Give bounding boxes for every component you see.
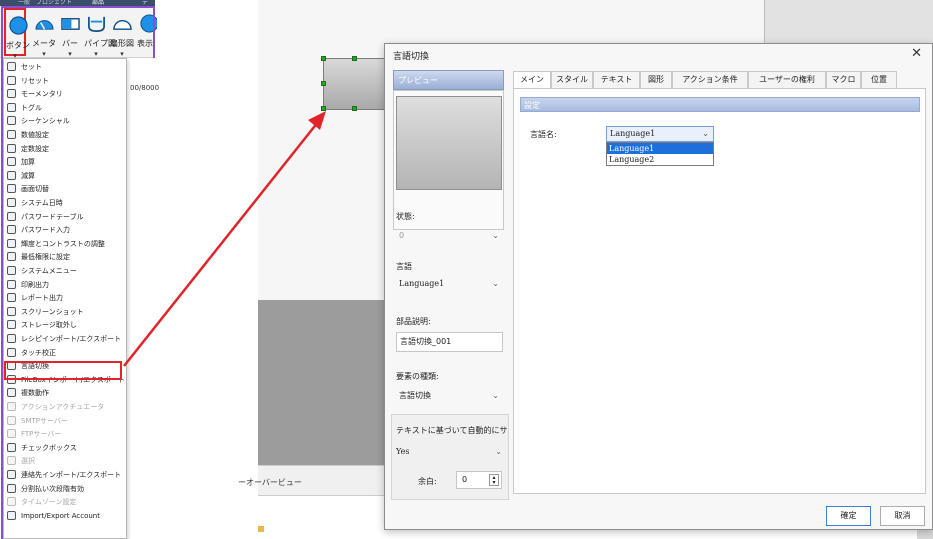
tab-main[interactable]: メイン	[513, 71, 551, 89]
settings-header: 設定	[520, 97, 920, 112]
state-select: 0 ⌄	[396, 228, 503, 245]
element-type-value: 言語切換	[399, 391, 431, 400]
main-tab-content: 設定 言語名: Language1 ⌄ Language1 Language2	[513, 88, 926, 494]
language-select[interactable]: Language1 ⌄	[396, 276, 503, 293]
auto-text-select[interactable]: Yes ⌄	[396, 444, 506, 460]
part-description-input[interactable]: 言語切換_001	[396, 332, 503, 352]
preview-shape	[396, 96, 502, 190]
preview-header: プレビュー	[393, 70, 504, 90]
ok-button[interactable]: 確定	[826, 506, 871, 526]
element-type-label: 要素の種類:	[396, 372, 439, 381]
language-value: Language1	[399, 279, 445, 288]
tab-macro[interactable]: マクロ	[826, 71, 861, 88]
margin-spinner[interactable]: 0 ▴ ▾	[456, 471, 502, 489]
element-type-select[interactable]: 言語切換 ⌄	[396, 388, 503, 405]
tab-action-condition[interactable]: アクション条件	[672, 71, 748, 88]
chevron-down-icon: ⌄	[492, 279, 499, 288]
language-name-select[interactable]: Language1 ⌄	[606, 126, 714, 142]
close-icon[interactable]: ✕	[911, 46, 922, 61]
language-label: 言語	[396, 262, 412, 271]
language-switch-dialog: 言語切換 ✕ プレビュー 状態: 0 ⌄ 言語 Language1 ⌄ 部品説明: …	[384, 43, 933, 530]
state-label: 状態:	[396, 212, 415, 221]
auto-text-panel: テキストに基づいて自動的にサ Yes ⌄ 余白: 0 ▴ ▾	[391, 414, 509, 500]
language-name-dropdown-list: Language1 Language2	[606, 142, 714, 166]
chevron-down-icon: ⌄	[492, 391, 499, 400]
spinner-arrows-icon[interactable]: ▴ ▾	[489, 474, 499, 486]
preview-label: プレビュー	[398, 76, 438, 85]
auto-text-value: Yes	[396, 447, 410, 456]
part-description-label: 部品説明:	[396, 317, 431, 326]
margin-value: 0	[462, 475, 468, 484]
tab-shape[interactable]: 図形	[640, 71, 672, 88]
part-description-value: 言語切換_001	[400, 337, 452, 346]
chevron-down-icon: ⌄	[702, 129, 709, 138]
cancel-button[interactable]: 取消	[880, 506, 925, 526]
tab-text[interactable]: テキスト	[593, 71, 640, 88]
tab-style[interactable]: スタイル	[551, 71, 593, 88]
auto-text-label: テキストに基づいて自動的にサ	[396, 426, 508, 435]
settings-header-label: 設定	[524, 101, 540, 110]
chevron-down-icon: ⌄	[495, 447, 502, 456]
state-value: 0	[399, 231, 405, 240]
language-name-label: 言語名:	[530, 130, 557, 139]
margin-label: 余白:	[418, 477, 437, 486]
tab-user-rights[interactable]: ユーザーの権利	[748, 71, 826, 88]
language-name-value: Language1	[610, 129, 656, 138]
tab-position[interactable]: 位置	[861, 71, 897, 88]
chevron-down-icon: ⌄	[492, 231, 499, 240]
dialog-title: 言語切換	[393, 52, 430, 62]
dialog-tab-bar: メイン スタイル テキスト 図形 アクション条件 ユーザーの権利 マクロ 位置	[513, 71, 925, 89]
language-option[interactable]: Language1	[607, 143, 713, 154]
language-option[interactable]: Language2	[607, 154, 713, 165]
